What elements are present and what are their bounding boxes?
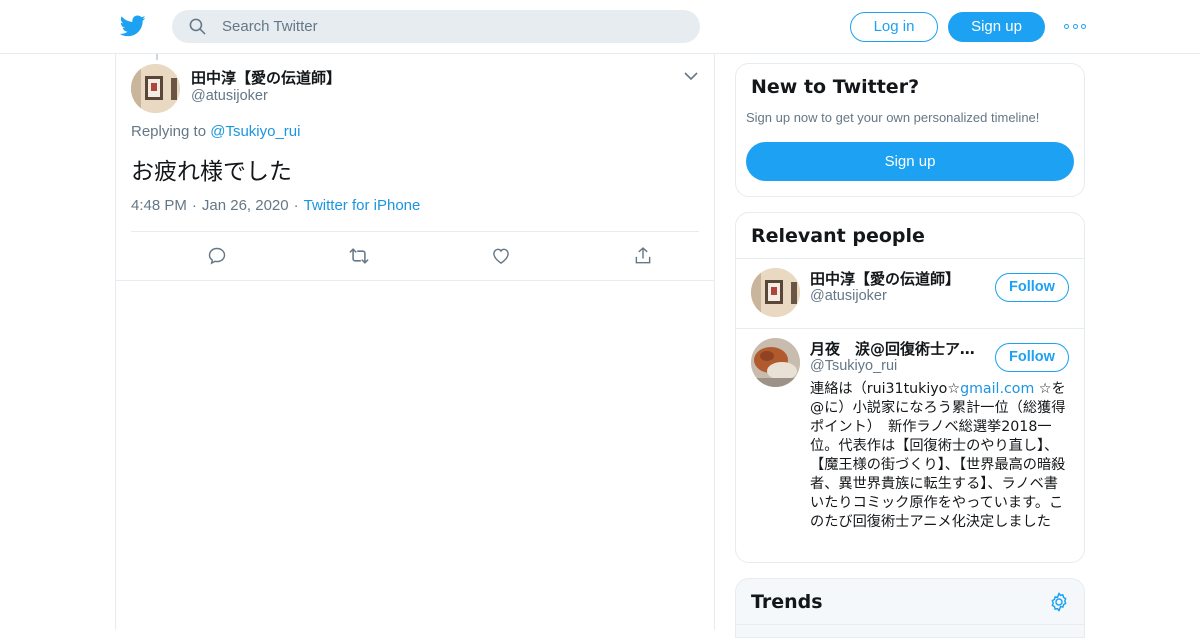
bio-text: ☆を@に）小説家になろう累計一位（総獲得ポイント） 新作ラノベ総選挙2018一位… [810,381,1066,530]
top-navigation-bar: Log in Sign up [0,0,1200,54]
bio-link[interactable]: gmail.com [960,381,1034,397]
like-heart-icon[interactable] [489,243,513,269]
bio-text: 連絡は（rui31tukiyo☆ [810,381,961,397]
tweet-date[interactable]: Jan 26, 2020 [202,197,289,214]
tweet-actions [131,243,699,269]
sidebar-signup-button[interactable]: Sign up [746,142,1074,181]
person-handle[interactable]: @Tsukiyo_rui [810,358,897,374]
new-to-twitter-subtitle: Sign up now to get your own personalized… [746,110,1040,125]
search-input[interactable] [222,18,682,35]
share-icon[interactable] [631,243,655,269]
tweet-metadata: 4:48 PM · Jan 26, 2020 · Twitter for iPhone [131,197,421,214]
relevant-people-title: Relevant people [751,225,925,247]
divider [736,328,1084,329]
person-name[interactable]: 月夜 涙@回復術士アニメ化決定 [810,338,980,359]
tweet: 田中淳【愛の伝道師】 @atusijoker Replying to @Tsuk… [116,54,714,281]
replying-to-label: Replying to [131,123,207,140]
retweet-icon[interactable] [347,243,371,269]
person-avatar[interactable] [751,268,800,317]
new-to-twitter-title: New to Twitter? [751,76,920,98]
twitter-logo-icon[interactable] [120,13,146,39]
author-handle[interactable]: @atusijoker [191,88,268,104]
more-options-icon[interactable] [1064,18,1086,34]
divider [736,258,1084,259]
login-button[interactable]: Log in [850,12,938,42]
follow-button[interactable]: Follow [995,273,1069,302]
settings-gear-icon[interactable] [1048,591,1070,613]
replying-to-line: Replying to @Tsukiyo_rui [131,123,300,140]
author-avatar[interactable] [131,64,180,113]
relevant-people-card: Relevant people 田中淳【愛の伝道師】 @atusijoker F… [735,212,1085,563]
person-name[interactable]: 田中淳【愛の伝道師】 [810,268,980,289]
replying-to-link[interactable]: @Tsukiyo_rui [210,123,300,140]
follow-button[interactable]: Follow [995,343,1069,372]
divider [131,231,699,232]
new-to-twitter-card: New to Twitter? Sign up now to get your … [735,63,1085,197]
reply-icon[interactable] [205,243,229,269]
tweet-time[interactable]: 4:48 PM [131,197,187,214]
tweet-text: お疲れ様でした [131,159,292,185]
signup-button[interactable]: Sign up [948,12,1045,42]
person-handle[interactable]: @atusijoker [810,288,887,304]
trends-title: Trends [751,591,823,613]
search-box[interactable] [172,10,700,43]
person-bio: 連絡は（rui31tukiyo☆gmail.com ☆を@に）小説家になろう累計… [810,380,1072,532]
divider [736,624,1084,625]
chevron-down-icon[interactable] [683,70,699,82]
search-icon [189,18,206,35]
person-avatar[interactable] [751,338,800,387]
tweet-source-link[interactable]: Twitter for iPhone [304,197,421,214]
author-display-name[interactable]: 田中淳【愛の伝道師】 [191,67,341,88]
trends-card: Trends [735,578,1085,638]
main-column: 田中淳【愛の伝道師】 @atusijoker Replying to @Tsuk… [115,54,715,630]
